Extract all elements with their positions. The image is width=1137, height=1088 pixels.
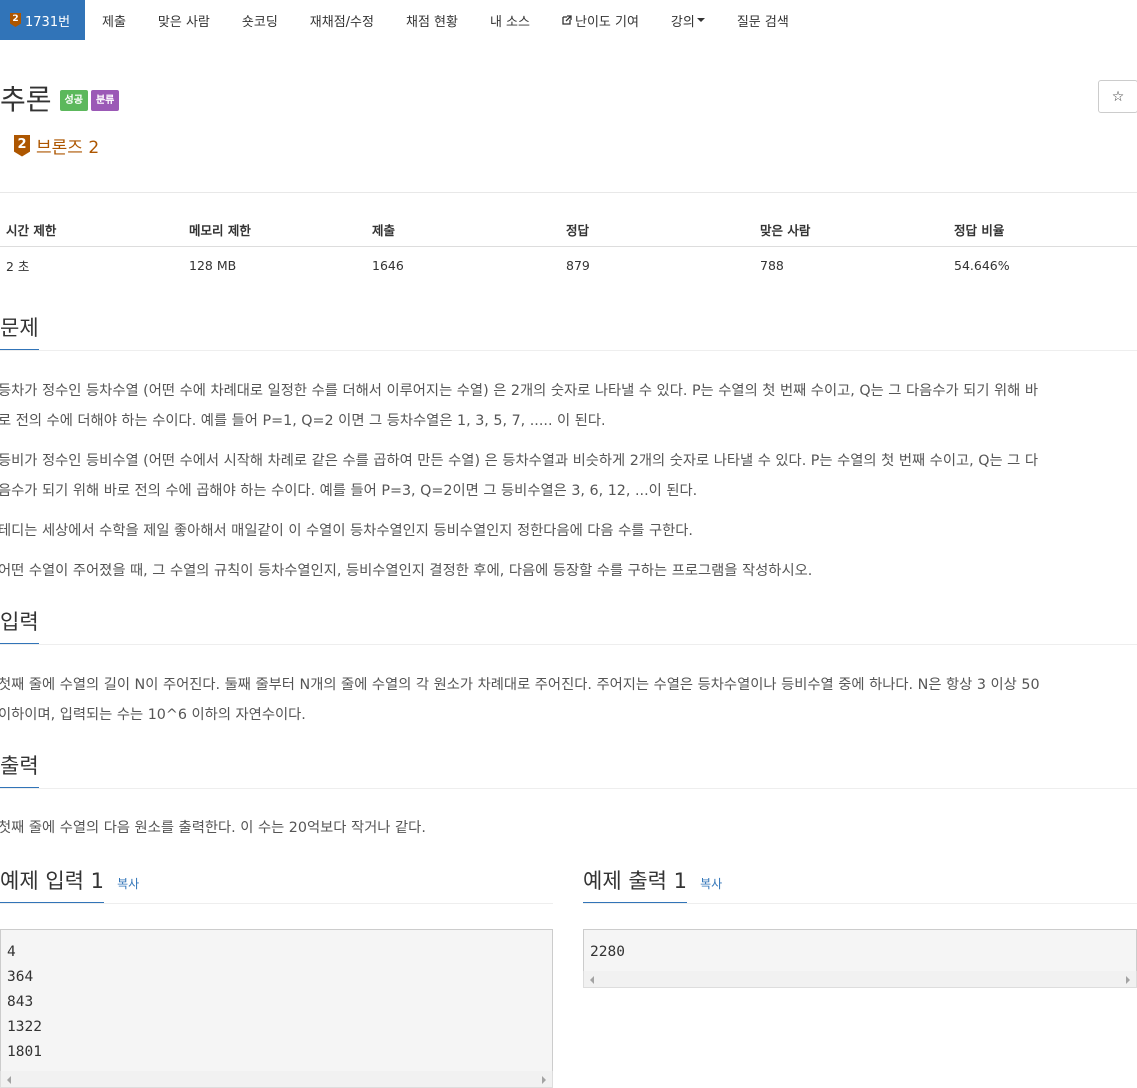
tab-rejudge[interactable]: 재채점/수정 [310, 0, 374, 40]
problem-line: 어떤 수열이 주어졌을 때, 그 수열의 규칙이 등차수열인지, 등비수열인지 … [0, 563, 813, 579]
accepted-users-value: 788 [760, 257, 784, 273]
scroll-left-icon[interactable] [590, 976, 594, 984]
problem-title-row: 추론 성공 분류 [0, 80, 122, 120]
problem-line: 등차가 정수인 등차수열 (어떤 수에 차례대로 일정한 수를 더해서 이루어지… [0, 383, 1039, 399]
tab-question-search[interactable]: 질문 검색 [737, 0, 789, 40]
tab-lecture-label: 강의 [670, 14, 695, 30]
problem-heading: 문제 [0, 314, 39, 351]
output-line: 첫째 줄에 수열의 다음 원소를 출력한다. 이 수는 20억보다 작거나 같다… [0, 820, 426, 836]
tab-accepted-users[interactable]: 맞은 사람 [158, 0, 210, 40]
time-limit-value: 2 초 [6, 258, 30, 274]
bronze-tier-icon: 2 [10, 13, 21, 27]
header-ratio: 정답 비율 [948, 212, 1137, 247]
sample-input-content[interactable]: 4 364 843 1322 1801 [0, 929, 553, 1071]
tab-problem-label: 1731번 [25, 14, 71, 30]
copy-sample-input-button[interactable]: 복사 [117, 877, 139, 891]
tab-my-source[interactable]: 내 소스 [490, 0, 530, 40]
memory-limit-value: 128 MB [189, 257, 237, 273]
tab-difficulty[interactable]: 난이도 기여 [562, 0, 639, 40]
external-link-icon [562, 15, 572, 25]
sample-output-header: 예제 출력 1 복사 [583, 867, 1137, 904]
divider [0, 903, 553, 904]
divider [0, 350, 1137, 351]
tab-status[interactable]: 채점 현황 [406, 0, 458, 40]
output-heading: 출력 [0, 752, 39, 789]
output-section-header: 출력 [0, 752, 1137, 789]
divider [0, 788, 1137, 789]
problem-nav: 2 1731번 제출 맞은 사람 숏코딩 재채점/수정 채점 현황 내 소스 난… [0, 0, 1137, 40]
success-label: 성공 [59, 89, 88, 111]
input-section-header: 입력 [0, 608, 1137, 645]
input-heading: 입력 [0, 608, 39, 645]
problem-line: 로 전의 수에 더해야 하는 수이다. 예를 들어 P=1, Q=2 이면 그 … [0, 413, 606, 429]
input-line: 첫째 줄에 수열의 길이 N이 주어진다. 둘째 줄부터 N개의 줄에 수열의 … [0, 677, 1040, 693]
tab-lecture[interactable]: 강의 [671, 0, 705, 40]
table-row: 2 초 128 MB 1646 879 788 54.646% [0, 247, 1137, 284]
sample-input-heading: 예제 입력 1 [0, 867, 104, 904]
sample-output-heading: 예제 출력 1 [583, 867, 687, 904]
accepted-value: 879 [566, 257, 590, 273]
problem-line: 등비가 정수인 등비수열 (어떤 수에서 시작해 차례로 같은 수를 곱하여 만… [0, 453, 1039, 469]
ratio-value: 54.646% [954, 257, 1010, 273]
header-accepted-users: 맞은 사람 [754, 212, 948, 247]
scroll-left-icon[interactable] [7, 1076, 11, 1084]
problem-line: 테디는 세상에서 수학을 제일 좋아해서 매일같이 이 수열이 등차수열인지 등… [0, 523, 693, 539]
sample-input-scrollbar[interactable] [0, 1071, 553, 1088]
problem-info-table: 시간 제한 메모리 제한 제출 정답 맞은 사람 정답 비율 2 초 128 M… [0, 212, 1137, 283]
tab-problem[interactable]: 2 1731번 [0, 0, 85, 40]
tier-name: 브론즈 2 [36, 138, 100, 158]
problem-title: 추론 [0, 83, 52, 116]
sample-output-scrollbar[interactable] [583, 971, 1137, 988]
problem-description: 등차가 정수인 등차수열 (어떤 수에 차례대로 일정한 수를 더해서 이루어지… [0, 376, 1137, 586]
output-description: 첫째 줄에 수열의 다음 원소를 출력한다. 이 수는 20억보다 작거나 같다… [0, 813, 1137, 843]
input-line: 이하이며, 입력되는 수는 10^6 이하의 자연수이다. [0, 707, 306, 723]
category-label[interactable]: 분류 [90, 89, 120, 111]
sample-output-content[interactable]: 2280 [583, 929, 1137, 971]
scroll-right-icon[interactable] [542, 1076, 546, 1084]
divider [0, 644, 1137, 645]
copy-sample-output-button[interactable]: 복사 [700, 877, 722, 891]
bronze-tier-icon: 2 [14, 134, 30, 157]
problem-line: 음수가 되기 위해 바로 전의 수에 곱해야 하는 수이다. 예를 들어 P=3… [0, 483, 698, 499]
tab-submit[interactable]: 제출 [102, 0, 126, 40]
tab-short-coding[interactable]: 숏코딩 [242, 0, 278, 40]
star-button[interactable]: ☆ [1098, 80, 1137, 113]
tab-difficulty-label: 난이도 기여 [574, 14, 639, 30]
header-accepted: 정답 [560, 212, 754, 247]
header-submissions: 제출 [366, 212, 560, 247]
header-memory-limit: 메모리 제한 [183, 212, 366, 247]
sample-input-header: 예제 입력 1 복사 [0, 867, 553, 904]
scroll-right-icon[interactable] [1126, 976, 1130, 984]
problem-section-header: 문제 [0, 314, 1137, 351]
submissions-value: 1646 [372, 257, 404, 273]
problem-tier: 2 브론즈 2 [14, 133, 99, 158]
table-header-row: 시간 제한 메모리 제한 제출 정답 맞은 사람 정답 비율 [0, 212, 1137, 247]
caret-down-icon [696, 18, 705, 22]
input-description: 첫째 줄에 수열의 길이 N이 주어진다. 둘째 줄부터 N개의 줄에 수열의 … [0, 670, 1137, 730]
divider [0, 192, 1137, 193]
divider [583, 903, 1137, 904]
header-time-limit: 시간 제한 [0, 212, 183, 247]
